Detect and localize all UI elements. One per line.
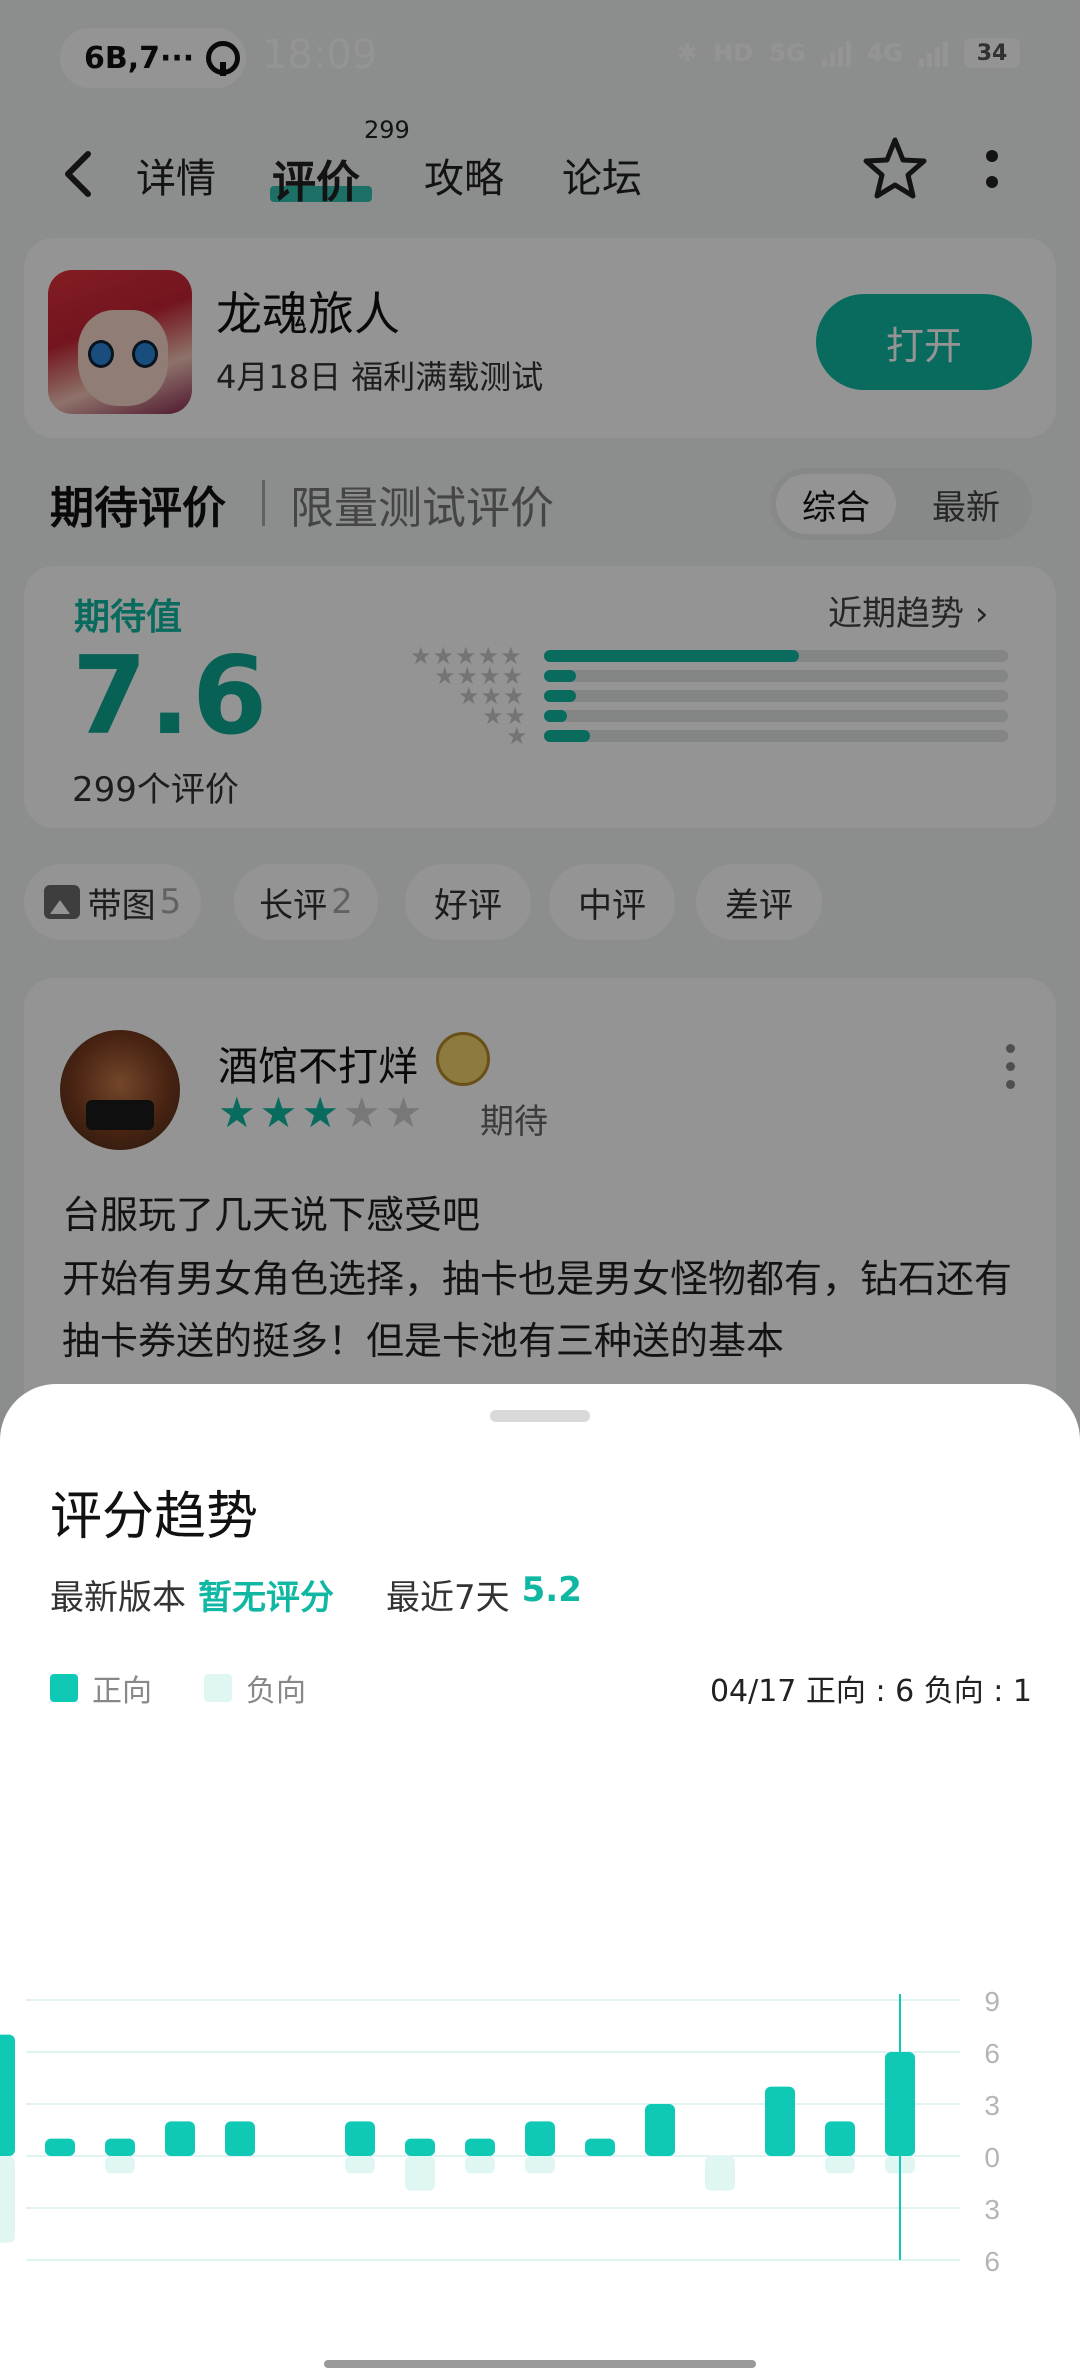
bar-negative: [705, 2156, 735, 2191]
sheet-summary: 最新版本 暂无评分 最近7天 5.2: [50, 1570, 582, 1619]
bar-positive: [345, 2121, 375, 2156]
bar-negative: [525, 2156, 555, 2174]
legend-negative: 负向: [246, 1674, 306, 1709]
selected-day-readout: 04/17 正向 : 6 负向 : 1: [709, 1674, 1032, 1709]
legend-negative-swatch: [204, 1674, 232, 1702]
y-tick-label: 3: [984, 2090, 1000, 2121]
bar-positive: [45, 2138, 75, 2156]
y-tick-label: 3: [984, 2194, 1000, 2225]
bar-positive: [105, 2138, 135, 2156]
sheet-title: 评分趋势: [50, 1487, 259, 1547]
legend-positive: 正向: [92, 1674, 152, 1709]
y-tick-label: 0: [984, 2142, 1000, 2173]
bar-negative: [345, 2156, 375, 2174]
y-tick-label: 9: [984, 1986, 1000, 2017]
bar-positive: [405, 2138, 435, 2156]
bar-negative: [405, 2156, 435, 2191]
latest-version-label: 最新版本: [50, 1578, 186, 1618]
bar-positive: [165, 2121, 195, 2156]
bar-negative: [825, 2156, 855, 2174]
rating-trend-sheet: 评分趋势 最新版本 暂无评分 最近7天 5.2 正向 负向 04/17 正向 :…: [0, 1384, 1080, 2376]
latest-version-value: 暂无评分: [198, 1578, 334, 1618]
bar-negative: [465, 2156, 495, 2174]
bar-positive: [225, 2121, 255, 2156]
y-tick-label: 6: [984, 2246, 1000, 2277]
recent-7d-label: 最近7天: [386, 1578, 510, 1618]
legend-positive-swatch: [50, 1674, 78, 1702]
bar-positive: [645, 2104, 675, 2156]
recent-7d-value: 5.2: [521, 1570, 582, 1610]
bar-positive: [585, 2138, 615, 2156]
bar-positive: [465, 2138, 495, 2156]
bar-positive: [525, 2121, 555, 2156]
bar-positive: [765, 2086, 795, 2156]
sheet-drag-handle[interactable]: [490, 1410, 590, 1422]
bar-negative: [0, 2156, 15, 2243]
y-tick-label: 6: [984, 2038, 1000, 2069]
bar-negative: [105, 2156, 135, 2174]
bar-positive: [0, 2034, 15, 2156]
bar-positive: [825, 2121, 855, 2156]
home-indicator[interactable]: [324, 2360, 756, 2368]
chart-legend: 正向 负向: [50, 1666, 358, 1710]
rating-trend-chart[interactable]: 963036/0204/0404/0604/0804/1004/1204/140…: [0, 1794, 1080, 2334]
